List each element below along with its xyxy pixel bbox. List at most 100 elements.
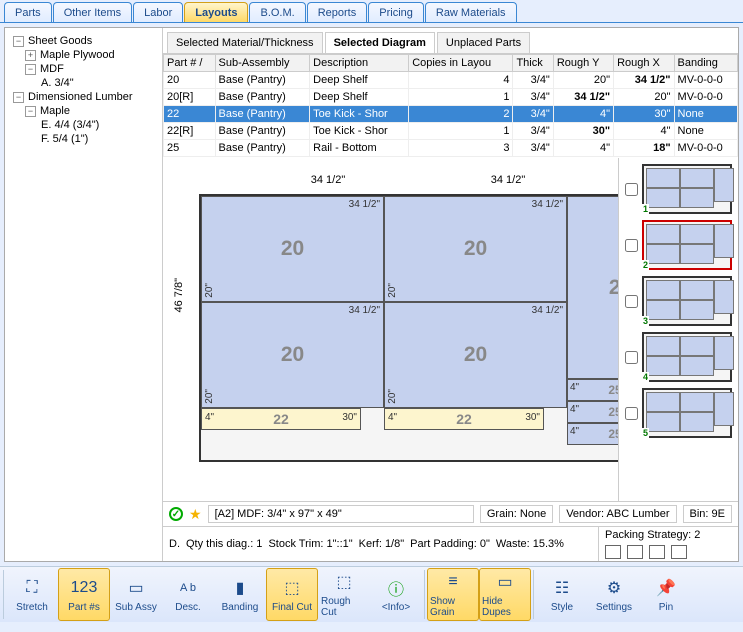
tree-maple-plywood[interactable]: +Maple Plywood [9,48,158,62]
tab-parts[interactable]: Parts [4,2,52,22]
thumbnail-item[interactable]: 5 [625,388,732,438]
d-label: D. [169,538,180,550]
dimension-label: 34 1/2" [433,174,583,186]
settings-button[interactable]: ⚙Settings [588,568,640,621]
tab-layouts[interactable]: Layouts [184,2,248,22]
stretch-button[interactable]: ⛶Stretch [6,568,58,621]
thumb-checkbox[interactable] [625,239,638,252]
desc-icon: A b [177,577,199,599]
hidedupes-button[interactable]: ▭Hide Dupes [479,568,531,621]
dimension-label: 34 1/2" [253,174,403,186]
info-button[interactable]: ⓘ<Info> [370,568,422,621]
diagram-area: 34 1/2"34 1/2"20"4" 46 7/8" 2034 1/2"20"… [163,158,738,501]
kerf-info: Kerf: 1/8" [359,538,404,550]
info-row-2: D. Qty this diag.: 1 Stock Trim: 1"::1" … [163,527,598,561]
grain-icon: ≡ [442,571,464,593]
roughcut-icon: ⬚ [333,571,355,593]
grain-info: Grain: None [480,505,553,523]
roughcut-button[interactable]: ⬚Rough Cut [318,568,370,621]
gear-icon: ⚙ [603,577,625,599]
table-row[interactable]: 22[R]Base (Pantry)Toe Kick - Shor13/4"30… [164,123,738,140]
table-row[interactable]: 20Base (Pantry)Deep Shelf43/4"20"34 1/2"… [164,72,738,89]
table-row[interactable]: 20[R]Base (Pantry)Deep Shelf13/4"34 1/2"… [164,89,738,106]
table-row[interactable]: 22Base (Pantry)Toe Kick - Shor23/4"4"30"… [164,106,738,123]
material-tree: −Sheet Goods +Maple Plywood −MDF A. 3/4"… [5,28,163,561]
thumbnail-list: 1 2 3 4 5 [618,158,738,501]
sheet-outline: 2034 1/2"20"2034 1/2"20"2020"34 1/2"2034… [199,194,618,462]
part-box[interactable]: 2230"4" [384,408,544,430]
style-button[interactable]: ☷Style [536,568,588,621]
thumbnail-item[interactable]: 2 [625,220,732,270]
part-box[interactable]: 2230"4" [201,408,361,430]
bottom-toolbar: ⛶Stretch 123Part #s ▭Sub Assy A bDesc. ▮… [0,566,743,622]
stretch-icon: ⛶ [21,577,43,599]
star-icon[interactable]: ★ [189,506,202,523]
content-area: −Sheet Goods +Maple Plywood −MDF A. 3/4"… [4,27,739,562]
info-row-1: ✓ ★ [A2] MDF: 3/4" x 97" x 49" Grain: No… [163,501,738,526]
packing-strategy: Packing Strategy: 2 [599,527,738,543]
parts-grid[interactable]: Part # /Sub-Assembly DescriptionCopies i… [163,54,738,158]
dupes-icon: ▭ [494,571,516,593]
bin-info: Bin: 9E [683,505,732,523]
thumb-checkbox[interactable] [625,183,638,196]
banding-icon: ▮ [229,577,251,599]
tab-reports[interactable]: Reports [307,2,368,22]
partnum-button[interactable]: 123Part #s [58,568,110,621]
table-row[interactable]: 25Base (Pantry)Rail - Bottom33/4"4"18"MV… [164,140,738,157]
desc-button[interactable]: A bDesc. [162,568,214,621]
showgrain-button[interactable]: ≡Show Grain [427,568,479,621]
part-box[interactable]: 2518"4" [567,379,618,401]
tree-maple-e[interactable]: E. 4/4 (3/4") [9,118,158,132]
banding-button[interactable]: ▮Banding [214,568,266,621]
tab-bom[interactable]: B.O.M. [249,2,305,22]
vendor-info: Vendor: ABC Lumber [559,505,676,523]
style-icon: ☷ [551,577,573,599]
strategy-icons[interactable] [599,543,738,561]
pin-icon: 📌 [655,577,677,599]
tab-other[interactable]: Other Items [53,2,132,22]
part-box[interactable]: 2020"34 1/2" [567,196,618,379]
thumb-checkbox[interactable] [625,351,638,364]
stock-trim-info: Stock Trim: 1"::1" [268,538,352,550]
cutting-diagram[interactable]: 34 1/2"34 1/2"20"4" 46 7/8" 2034 1/2"20"… [163,158,618,501]
part-box[interactable]: 2034 1/2"20" [384,302,567,408]
thumbnail-item[interactable]: 1 [625,164,732,214]
tree-dim-lumber[interactable]: −Dimensioned Lumber [9,90,158,104]
dimension-label: 20" [593,174,618,186]
subtab-material[interactable]: Selected Material/Thickness [167,32,323,53]
tab-pricing[interactable]: Pricing [368,2,424,22]
part-box[interactable]: 2518"4" [567,401,618,423]
thumbnail-item[interactable]: 3 [625,276,732,326]
part-box[interactable]: 2034 1/2"20" [384,196,567,302]
subassy-button[interactable]: ▭Sub Assy [110,568,162,621]
tree-maple-f[interactable]: F. 5/4 (1") [9,132,158,146]
info-icon: ⓘ [385,577,407,599]
padding-info: Part Padding: 0" [410,538,490,550]
tree-maple[interactable]: −Maple [9,104,158,118]
finalcut-icon: ⬚ [281,577,303,599]
part-box[interactable]: 2034 1/2"20" [201,302,384,408]
thumb-checkbox[interactable] [625,407,638,420]
sheet-height-label: 46 7/8" [173,278,185,313]
part-box[interactable]: 2518"4" [567,423,618,445]
tree-mdf-a[interactable]: A. 3/4" [9,76,158,90]
layout-subtabs: Selected Material/Thickness Selected Dia… [163,28,738,54]
tree-mdf[interactable]: −MDF [9,62,158,76]
tab-raw[interactable]: Raw Materials [425,2,517,22]
subtab-diagram[interactable]: Selected Diagram [325,32,435,53]
subtab-unplaced[interactable]: Unplaced Parts [437,32,530,53]
sheet-spec: [A2] MDF: 3/4" x 97" x 49" [208,505,474,523]
main-tabs: Parts Other Items Labor Layouts B.O.M. R… [0,0,743,23]
number-icon: 123 [73,577,95,599]
tree-sheet-goods[interactable]: −Sheet Goods [9,34,158,48]
pin-button[interactable]: 📌Pin [640,568,692,621]
right-panel: Selected Material/Thickness Selected Dia… [163,28,738,561]
thumbnail-item[interactable]: 4 [625,332,732,382]
ok-icon: ✓ [169,507,183,521]
waste-info: Waste: 15.3% [496,538,564,550]
qty-info: Qty this diag.: 1 [186,538,262,550]
tab-labor[interactable]: Labor [133,2,183,22]
thumb-checkbox[interactable] [625,295,638,308]
finalcut-button[interactable]: ⬚Final Cut [266,568,318,621]
part-box[interactable]: 2034 1/2"20" [201,196,384,302]
